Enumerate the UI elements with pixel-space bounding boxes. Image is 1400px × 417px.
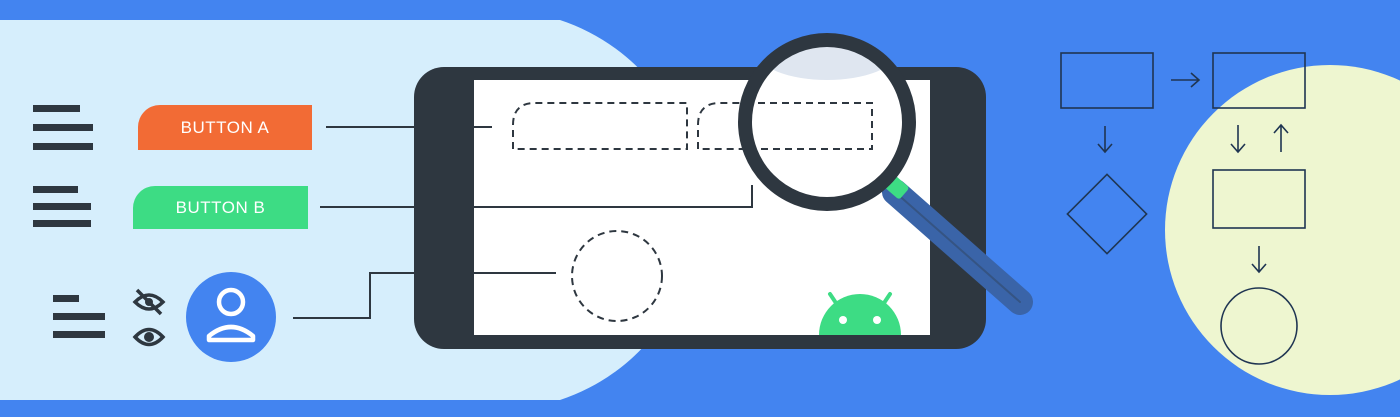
right-panel [1165, 65, 1400, 395]
button-a: BUTTON A [138, 105, 312, 150]
illustration-banner: BUTTON A BUTTON B [0, 0, 1400, 417]
account-avatar-icon [186, 272, 276, 362]
button-b: BUTTON B [133, 186, 308, 229]
